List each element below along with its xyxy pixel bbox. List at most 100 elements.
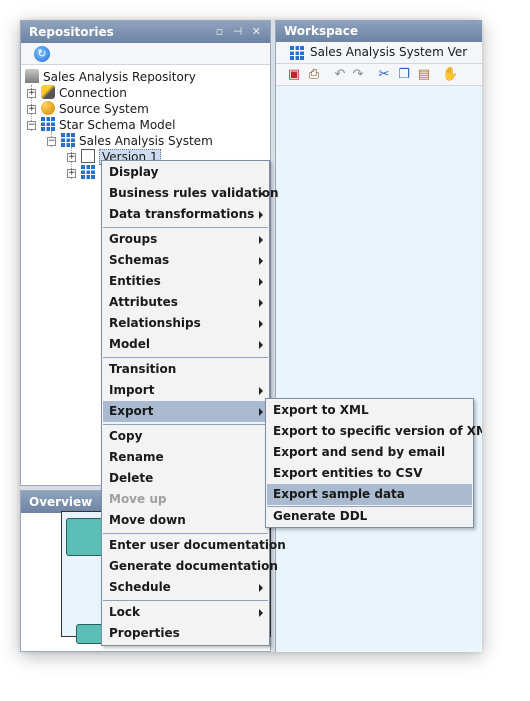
workspace-title-bar: Workspace [276,20,482,42]
expand-icon[interactable]: + [27,105,36,114]
connection-icon [41,85,55,99]
copy-icon[interactable]: ❐ [396,67,412,83]
print-icon[interactable]: ⎙ [306,67,322,83]
expand-icon[interactable]: + [27,89,36,98]
menu-item-entities[interactable]: Entities [103,271,268,292]
menu-item-label: Move up [109,492,167,506]
submenu-arrow-icon [259,341,263,349]
submenu-arrow-icon [259,211,263,219]
workspace-toolbar: ▣ ⎙ ↶ ↷ ✂ ❐ ▤ ✋ [276,64,482,86]
menu-item-label: Export [109,404,154,418]
menu-item-generate-documentation[interactable]: Generate documentation [103,556,278,577]
repositories-toolbar: ↻ [21,43,270,65]
tree-item-repository[interactable]: Sales Analysis Repository [25,69,196,85]
pdf-icon[interactable]: ▣ [286,67,302,83]
workspace-tab[interactable]: Sales Analysis System Ver [276,42,482,64]
hand-icon[interactable]: ✋ [442,67,458,83]
menu-item-label: Rename [109,450,164,464]
paste-icon[interactable]: ▤ [416,67,432,83]
menu-item-display[interactable]: Display [103,162,268,183]
menu-item-attributes[interactable]: Attributes [103,292,268,313]
collapse-icon[interactable]: − [27,121,36,130]
collapse-icon[interactable]: − [47,137,56,146]
menu-item-move-up: Move up [103,489,268,510]
menu-separator [103,357,268,358]
menu-item-schemas[interactable]: Schemas [103,250,268,271]
tree-item-label: Sales Analysis Repository [43,70,196,84]
menu-item-label: Generate documentation [109,559,278,573]
export-submenu: Export to XML Export to specific version… [265,398,482,528]
menu-item-label: Attributes [109,295,178,309]
menu-item-label: Export sample data [273,487,405,501]
submenu-arrow-icon [259,408,263,416]
menu-item-relationships[interactable]: Relationships [103,313,268,334]
workspace-title: Workspace [284,24,359,38]
tree-item-source-system[interactable]: Source System [41,101,149,117]
menu-item-lock[interactable]: Lock [103,602,268,623]
submenu-item-export-to-specific-version-of-xml[interactable]: Export to specific version of XML [267,421,482,442]
menu-item-label: Display [109,165,159,179]
panel-window-controls[interactable]: ▫ ⊣ ✕ [216,21,264,43]
tree-item-sales-analysis-system[interactable]: Sales Analysis System [61,133,213,149]
tree-item-star-schema-model[interactable]: Star Schema Model [41,117,176,133]
submenu-item-export-sample-data[interactable]: Export sample data [267,484,472,505]
menu-item-groups[interactable]: Groups [103,229,268,250]
menu-item-label: Business rules validation [109,186,279,200]
submenu-item-export-to-xml[interactable]: Export to XML [267,400,472,421]
menu-item-label: Import [109,383,155,397]
menu-item-label: Properties [109,626,180,640]
menu-item-label: Move down [109,513,186,527]
menu-item-label: Generate DDL [273,509,368,523]
submenu-arrow-icon [259,236,263,244]
menu-item-export[interactable]: Export [103,401,268,422]
menu-item-label: Delete [109,471,154,485]
menu-item-label: Schemas [109,253,170,267]
menu-separator [103,424,268,425]
refresh-icon[interactable]: ↻ [34,46,50,62]
workspace-tab-label: Sales Analysis System Ver [310,45,468,59]
expand-icon[interactable]: + [67,153,76,162]
system-icon [61,133,75,147]
menu-item-label: Groups [109,232,158,246]
menu-item-model[interactable]: Model [103,334,268,355]
menu-item-label: Export to specific version of XML [273,424,482,438]
workspace-panel: Workspace Sales Analysis System Ver ▣ ⎙ … [275,20,482,652]
context-menu: Display Business rules validation Data t… [101,160,286,646]
menu-item-schedule[interactable]: Schedule [103,577,268,598]
overview-title: Overview [29,495,93,509]
tree-item-child[interactable] [81,165,99,181]
menu-item-business-rules-validation[interactable]: Business rules validation [103,183,279,204]
diagram-icon [290,46,304,60]
submenu-item-export-and-send-by-email[interactable]: Export and send by email [267,442,472,463]
application-window: Repositories ▫ ⊣ ✕ ↻ Sales Analysis Repo… [20,20,482,652]
menu-item-label: Export entities to CSV [273,466,423,480]
tree-item-connection[interactable]: Connection [41,85,127,101]
menu-item-label: Transition [109,362,177,376]
menu-item-label: Copy [109,429,143,443]
submenu-item-generate-ddl[interactable]: Generate DDL [267,506,472,527]
star-schema-icon [41,117,55,131]
submenu-item-export-entities-to-csv[interactable]: Export entities to CSV [267,463,472,484]
menu-item-import[interactable]: Import [103,380,268,401]
cut-icon[interactable]: ✂ [376,67,392,83]
menu-item-move-down[interactable]: Move down [103,510,268,531]
repository-icon [25,69,39,83]
undo-icon[interactable]: ↶ [332,67,348,83]
menu-item-label: Data transformations [109,207,255,221]
menu-item-transition[interactable]: Transition [103,359,268,380]
redo-icon[interactable]: ↷ [350,67,366,83]
expand-icon[interactable]: + [67,169,76,178]
menu-item-enter-user-documentation[interactable]: Enter user documentation [103,535,286,556]
submenu-arrow-icon [259,387,263,395]
submenu-arrow-icon [259,257,263,265]
submenu-arrow-icon [259,190,263,198]
repository-tree: Sales Analysis Repository + Connection +… [21,65,270,179]
menu-item-rename[interactable]: Rename [103,447,268,468]
menu-item-data-transformations[interactable]: Data transformations [103,204,268,225]
submenu-arrow-icon [259,320,263,328]
menu-item-delete[interactable]: Delete [103,468,268,489]
menu-item-label: Export and send by email [273,445,446,459]
menu-item-properties[interactable]: Properties [103,623,268,644]
menu-item-copy[interactable]: Copy [103,426,268,447]
tree-item-label: Sales Analysis System [79,134,213,148]
